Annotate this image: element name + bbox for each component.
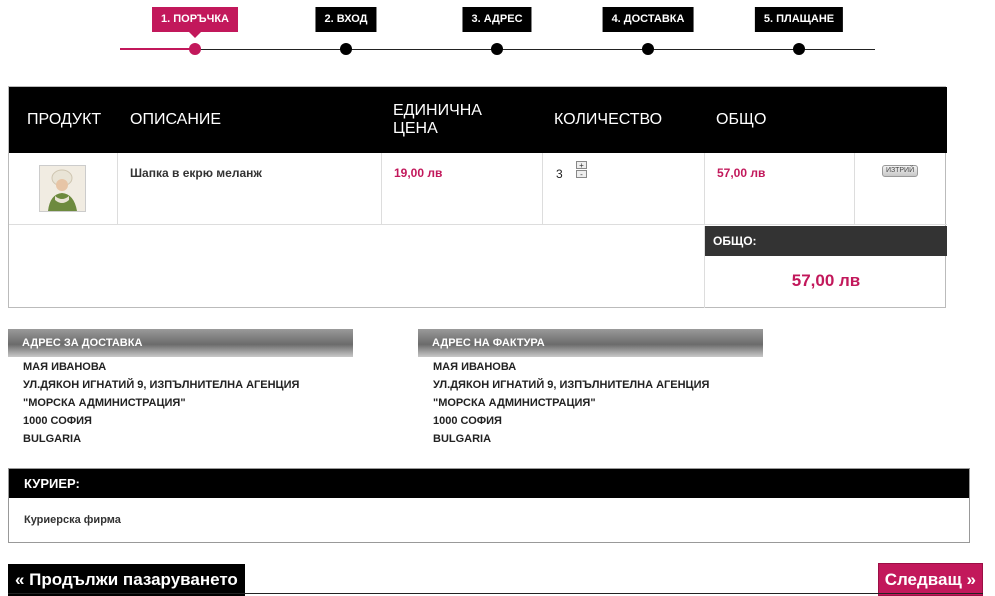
delete-button[interactable]: ИЗТРИЙ (882, 165, 919, 177)
step-login-dot (340, 43, 352, 55)
invoice-address: АДРЕС НА ФАКТУРА МАЯ ИВАНОВА УЛ.ДЯКОН ИГ… (418, 329, 763, 448)
invoice-address-line: "МОРСКА АДМИНИСТРАЦИЯ" (433, 397, 596, 409)
delivery-address-line: "МОРСКА АДМИНИСТРАЦИЯ" (23, 397, 186, 409)
header-total: ОБЩО (716, 111, 767, 128)
steps-line-progress (120, 48, 195, 50)
courier-section: КУРИЕР: Куриерска фирма (8, 468, 970, 543)
step-address[interactable]: 3. АДРЕС (462, 7, 532, 32)
cart-total-value: 57,00 лв (791, 271, 861, 290)
step-delivery[interactable]: 4. ДОСТАВКА (602, 7, 694, 32)
step-login[interactable]: 2. ВХОД (315, 7, 377, 32)
checkout-steps: 1. ПОРЪЧКА 2. ВХОД 3. АДРЕС 4. ДОСТАВКА … (0, 0, 995, 70)
invoice-address-line: МАЯ ИВАНОВА (433, 361, 517, 373)
step-payment-dot (793, 43, 805, 55)
delivery-address-line: УЛ.ДЯКОН ИГНАТИЙ 9, ИЗПЪЛНИТЕЛНА АГЕНЦИЯ (23, 379, 300, 391)
header-unit-price: ЕДИНИЧНА ЦЕНА (393, 102, 482, 137)
cart-item-row: Шапка в екрю меланж 19,00 лв 3 + - 57,00… (9, 153, 947, 225)
unit-price-cell: 19,00 лв (382, 153, 543, 224)
delivery-address-title: АДРЕС ЗА ДОСТАВКА (8, 329, 353, 357)
invoice-address-line: 1000 СОФИЯ (433, 415, 502, 427)
delivery-address-line: МАЯ ИВАНОВА (23, 361, 107, 373)
delivery-address-line: 1000 СОФИЯ (23, 415, 92, 427)
step-order[interactable]: 1. ПОРЪЧКА (152, 7, 238, 38)
cart-table: ПРОДУКТ ОПИСАНИЕ ЕДИНИЧНА ЦЕНА КОЛИЧЕСТВ… (8, 86, 947, 308)
continue-shopping-button[interactable]: « Продължи пазаруването (8, 564, 245, 596)
product-photo-icon (40, 166, 85, 211)
bottom-divider (8, 593, 983, 594)
product-thumbnail[interactable] (39, 165, 86, 212)
quantity-value: 3 (556, 167, 563, 181)
quantity-stepper: + - (576, 161, 587, 179)
unit-price: 19,00 лв (394, 166, 443, 180)
step-payment[interactable]: 5. ПЛАЩАНЕ (754, 7, 844, 32)
header-quantity: КОЛИЧЕСТВО (554, 111, 663, 128)
product-image-cell (9, 153, 118, 224)
line-total-cell: 57,00 лв (705, 153, 855, 224)
product-description-cell: Шапка в екрю меланж (118, 153, 382, 224)
courier-value: Куриерска фирма (24, 514, 121, 526)
delivery-address: АДРЕС ЗА ДОСТАВКА МАЯ ИВАНОВА УЛ.ДЯКОН И… (8, 329, 353, 448)
quantity-cell: 3 + - (543, 153, 705, 224)
product-name[interactable]: Шапка в екрю меланж (130, 166, 262, 180)
courier-title: КУРИЕР: (9, 469, 969, 498)
invoice-address-line: УЛ.ДЯКОН ИГНАТИЙ 9, ИЗПЪЛНИТЕЛНА АГЕНЦИЯ (433, 379, 710, 391)
invoice-address-title: АДРЕС НА ФАКТУРА (418, 329, 763, 357)
cart-total-label: ОБЩО: (705, 226, 947, 256)
step-delivery-dot (642, 43, 654, 55)
header-product: ПРОДУКТ (27, 111, 102, 128)
delete-cell: ИЗТРИЙ (855, 153, 947, 224)
cart-total-box: ОБЩО: 57,00 лв (704, 226, 947, 308)
delivery-address-line: BULGARIA (23, 433, 82, 445)
quantity-plus-button[interactable]: + (576, 161, 587, 170)
invoice-address-line: BULGARIA (433, 433, 492, 445)
step-order-dot (189, 43, 201, 55)
line-total: 57,00 лв (717, 166, 766, 180)
cart-header-row: ПРОДУКТ ОПИСАНИЕ ЕДИНИЧНА ЦЕНА КОЛИЧЕСТВ… (9, 87, 947, 153)
step-address-dot (491, 43, 503, 55)
header-description: ОПИСАНИЕ (130, 111, 222, 128)
next-button[interactable]: Следващ » (877, 563, 983, 596)
quantity-minus-button[interactable]: - (576, 170, 587, 179)
